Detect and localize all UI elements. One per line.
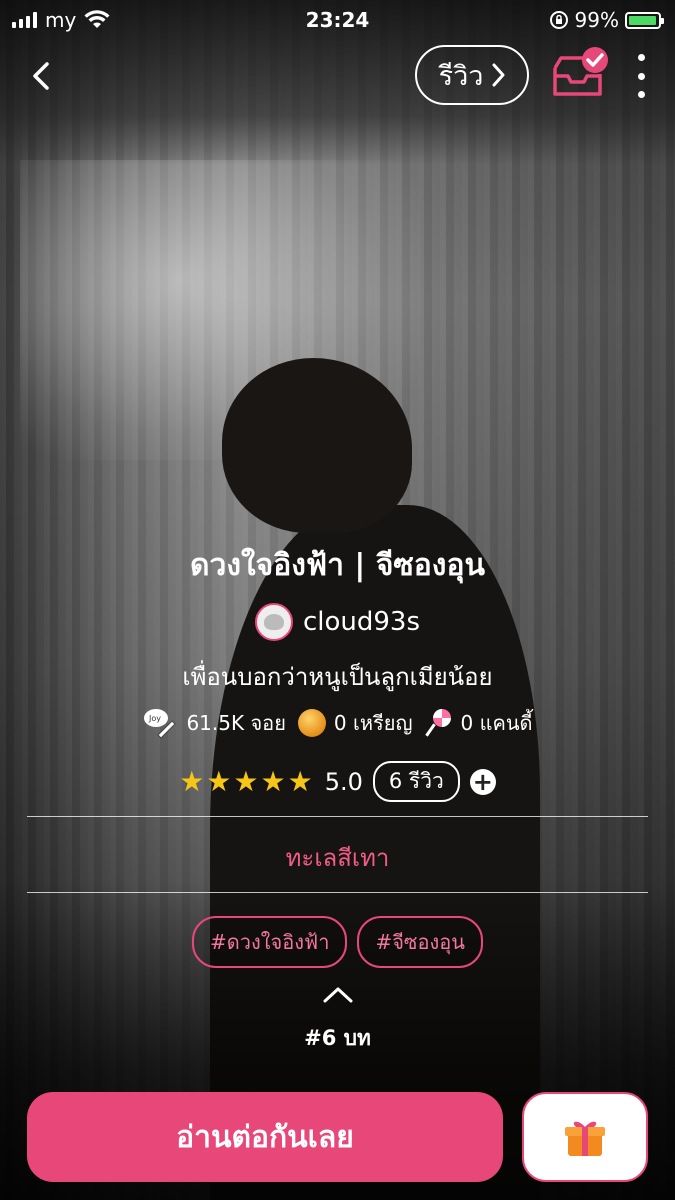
review-button[interactable]: รีวิว bbox=[415, 45, 529, 105]
review-label: รีวิว bbox=[438, 60, 484, 92]
rating-row: ★★★★★ 5.0 6 รีวิว + bbox=[0, 761, 675, 802]
status-bar: my 23:24 99% bbox=[0, 0, 675, 38]
chevron-right-icon bbox=[492, 63, 505, 87]
joy-count: 61.5K จอย bbox=[186, 711, 286, 735]
continue-reading-label: อ่านต่อกันเลย bbox=[176, 1119, 354, 1155]
gift-button[interactable] bbox=[522, 1092, 648, 1182]
coin-stat: 0 เหรียญ bbox=[297, 707, 413, 739]
avatar bbox=[254, 603, 293, 641]
story-description: เพื่อนบอกว่าหนูเป็นลูกเมียน้อย bbox=[182, 663, 493, 691]
more-options-button[interactable] bbox=[628, 54, 654, 98]
coin-count: 0 เหรียญ bbox=[333, 711, 413, 735]
candy-stat: 0 แคนดี้ bbox=[424, 707, 533, 739]
chevron-up-icon bbox=[323, 987, 353, 1003]
category-link[interactable]: ทะเลสีเทา bbox=[0, 838, 675, 877]
coin-icon bbox=[297, 709, 326, 737]
chapter-count: #6 บท bbox=[304, 1026, 371, 1050]
candy-icon bbox=[424, 709, 453, 737]
candy-count: 0 แคนดี้ bbox=[460, 711, 533, 735]
inbox-check-icon bbox=[553, 47, 608, 96]
battery-percent: 99% bbox=[574, 8, 619, 32]
review-count-button[interactable]: 6 รีวิว bbox=[372, 761, 460, 802]
library-added-button[interactable] bbox=[548, 44, 610, 102]
back-button[interactable] bbox=[24, 56, 58, 96]
plus-icon: + bbox=[472, 767, 493, 796]
story-title: ดวงใจอิงฟ้า | จีซองอุน bbox=[190, 548, 485, 583]
joy-stat: Joy 61.5K จอย bbox=[142, 707, 286, 739]
divider bbox=[27, 816, 648, 817]
rating-score: 5.0 bbox=[324, 767, 363, 796]
continue-reading-button[interactable]: อ่านต่อกันเลย bbox=[27, 1092, 503, 1182]
add-review-button[interactable]: + bbox=[469, 767, 496, 796]
tag-list: #ดวงใจอิงฟ้า #จีซองอุน bbox=[0, 916, 675, 968]
tag-chip[interactable]: #ดวงใจอิงฟ้า bbox=[192, 916, 348, 968]
cover-background bbox=[0, 0, 675, 1200]
tag-chip[interactable]: #จีซองอุน bbox=[357, 916, 483, 968]
author-link[interactable]: cloud93s bbox=[0, 603, 675, 641]
star-rating-icon: ★★★★★ bbox=[179, 765, 315, 798]
story-stats: Joy 61.5K จอย 0 เหรียญ 0 แคนดี้ bbox=[0, 707, 675, 739]
expand-toggle[interactable] bbox=[322, 986, 354, 1004]
gift-icon bbox=[565, 1121, 605, 1156]
joy-icon: Joy bbox=[144, 709, 177, 739]
orientation-lock-icon bbox=[549, 11, 568, 29]
author-name: cloud93s bbox=[302, 607, 421, 637]
more-vertical-icon bbox=[637, 54, 645, 61]
divider bbox=[27, 892, 648, 893]
battery-icon bbox=[625, 11, 664, 29]
svg-text:Joy: Joy bbox=[148, 714, 161, 723]
cover-figure-head bbox=[222, 358, 412, 533]
chevron-left-icon bbox=[33, 62, 49, 90]
